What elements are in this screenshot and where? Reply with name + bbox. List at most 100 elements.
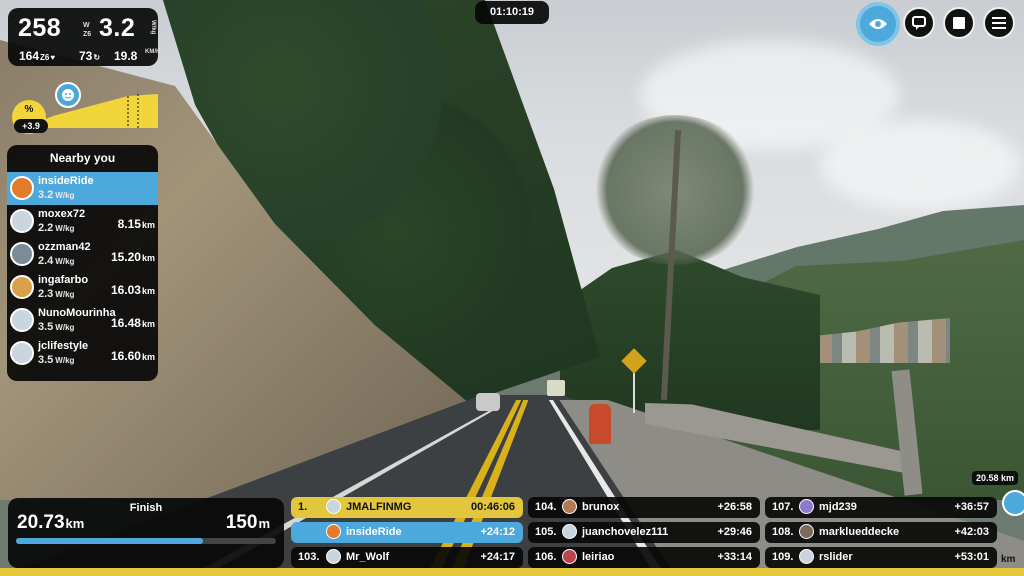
leaderboard-row[interactable]: 109. rslider +53:01: [765, 547, 997, 568]
heart-rate-value: 164Z6♥: [19, 49, 56, 63]
heart-icon: ♥: [50, 53, 56, 62]
rider-name: marklueddecke: [819, 526, 900, 538]
finish-progress-bar: [16, 538, 276, 544]
nearby-rider[interactable]: jclifestyle 3.5 W/kg 16.60km: [7, 337, 158, 370]
rider-name: JMALFINMG: [346, 501, 412, 513]
traffic-barrel: [589, 404, 611, 444]
avatar: [799, 524, 814, 539]
rider-name: leiriao: [582, 551, 615, 563]
time-gap: +24:12: [480, 526, 515, 538]
rider-name: rslider: [819, 551, 853, 563]
rider-name: NunoMourinha: [38, 307, 116, 319]
cloud: [820, 120, 1020, 210]
nearby-rider[interactable]: moxex72 2.2 W/kg 8.15km: [7, 205, 158, 238]
rider-wkg: 3.5 W/kg: [38, 321, 75, 333]
truck: [547, 380, 565, 396]
leaderboard-row[interactable]: 104. brunox +26:58: [528, 497, 760, 518]
nearby-rider[interactable]: NunoMourinha 3.5 W/kg 16.48km: [7, 304, 158, 337]
eye-icon: [869, 19, 887, 29]
rider-distance: 16.60km: [110, 349, 155, 363]
minimap-distance: 20.58 km: [972, 471, 1019, 485]
rank: 1.: [298, 501, 308, 513]
rider-name: moxex72: [38, 208, 86, 220]
time-gap: +29:46: [717, 526, 752, 538]
leaderboard-row[interactable]: insideRide +24:12: [291, 522, 523, 543]
rider-distance: 8.15km: [117, 217, 155, 231]
elapsed-time: 01:10:19: [475, 1, 549, 24]
rank: 107.: [772, 501, 794, 513]
elevation-remaining: 150m: [225, 512, 270, 533]
rider-name: Mr_Wolf: [346, 551, 390, 563]
chat-icon: [912, 16, 926, 30]
distance-remaining: 20.73km: [17, 512, 85, 533]
time-gap: +36:57: [954, 501, 989, 513]
rider-name: ingafarbo: [38, 274, 89, 286]
leaderboard-row[interactable]: 1. JMALFINMG 00:46:06: [291, 497, 523, 518]
speed-unit: KM/H: [145, 49, 161, 55]
nearby-rider[interactable]: ingafarbo 2.3 W/kg 16.03km: [7, 271, 158, 304]
rank: 105.: [535, 526, 557, 538]
rider-distance: 16.03km: [110, 283, 155, 297]
progress-strip: [0, 568, 1024, 576]
avatar: [10, 341, 34, 365]
power-value: 258: [18, 14, 62, 42]
rank: 104.: [535, 501, 557, 513]
avatar: [10, 275, 34, 299]
rider-name: juanchovelez111: [582, 526, 669, 538]
rank: 106.: [535, 551, 557, 563]
nearby-rider[interactable]: ozzman42 2.4 W/kg 15.20km: [7, 238, 158, 271]
avatar: [326, 549, 341, 564]
chat-button[interactable]: [903, 7, 935, 39]
power-zone: Z6: [83, 31, 92, 38]
rider-wkg: 3.2 W/kg: [38, 189, 75, 201]
rider-name: insideRide: [346, 526, 402, 538]
sign-post: [633, 368, 635, 413]
grade-value: +3.9: [14, 119, 48, 133]
rider-wkg: 2.2 W/kg: [38, 222, 75, 234]
avatar: [799, 499, 814, 514]
rider-name: ozzman42: [38, 241, 91, 253]
avatar: [562, 549, 577, 564]
car: [476, 393, 500, 411]
leaderboard-row[interactable]: 103. Mr_Wolf +24:17: [291, 547, 523, 568]
rider-name: mjd239: [819, 501, 857, 513]
cadence-icon: ↻: [93, 53, 101, 62]
nearby-rider[interactable]: insideRide 3.2 W/kg: [7, 172, 158, 205]
stop-icon: [953, 17, 965, 29]
avatar: [10, 209, 34, 233]
rider-position-avatar: [55, 82, 81, 108]
rank: 108.: [772, 526, 794, 538]
menu-button[interactable]: [983, 7, 1015, 39]
nearby-title: Nearby you: [49, 151, 116, 165]
rider-wkg: 3.5 W/kg: [38, 354, 75, 366]
avatar: [326, 524, 341, 539]
time-gap: 00:46:06: [470, 501, 515, 513]
rider-wkg: 2.4 W/kg: [38, 255, 75, 267]
wkg-unit: W/kg: [150, 20, 156, 35]
view-toggle-button[interactable]: [856, 2, 900, 46]
avatar: [10, 176, 34, 200]
cadence-value: 73↻: [79, 49, 101, 63]
avatar: [326, 499, 341, 514]
power-unit: W: [83, 22, 90, 29]
time-gap: +24:17: [480, 551, 515, 563]
stop-button[interactable]: [943, 7, 975, 39]
grade-symbol: %: [24, 104, 34, 115]
leaderboard-row[interactable]: 105. juanchovelez111 +29:46: [528, 522, 760, 543]
minimap-unit: km: [1001, 554, 1016, 565]
time-gap: +42:03: [954, 526, 989, 538]
avatar: [562, 499, 577, 514]
leaderboard-row[interactable]: 108. marklueddecke +42:03: [765, 522, 997, 543]
avatar: [799, 549, 814, 564]
rider-name: insideRide: [38, 175, 94, 187]
finish-panel: Finish 20.73km 150m: [8, 498, 284, 568]
rider-name: jclifestyle: [38, 340, 89, 352]
avatar: [10, 308, 34, 332]
wkg-value: 3.2: [99, 14, 136, 42]
menu-icon: [992, 17, 1006, 29]
rider-distance: 16.48km: [110, 316, 155, 330]
leaderboard-row[interactable]: 107. mjd239 +36:57: [765, 497, 997, 518]
time-gap: +53:01: [954, 551, 989, 563]
minimap-rider-avatar: [1002, 490, 1024, 516]
leaderboard-row[interactable]: 106. leiriao +33:14: [528, 547, 760, 568]
